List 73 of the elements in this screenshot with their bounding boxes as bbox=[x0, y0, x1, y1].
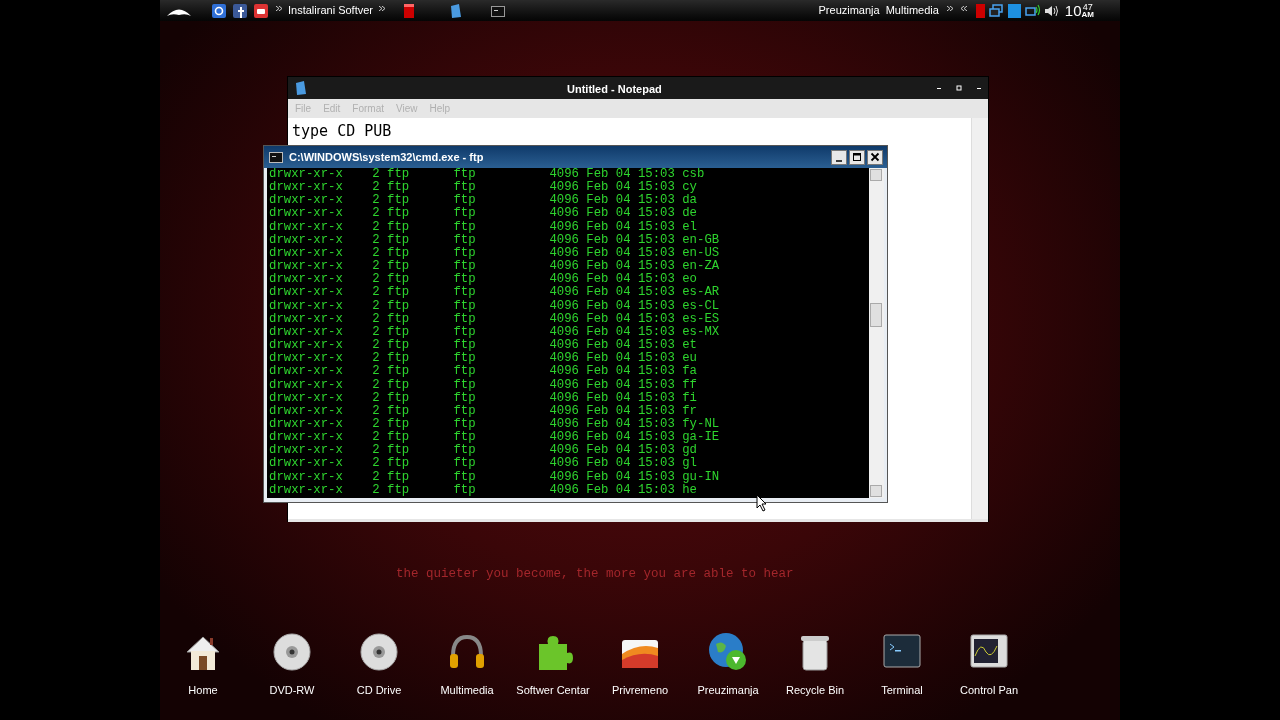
console-line: drwxr-xr-x 2 ftp ftp 4096 Feb 04 15:03 gu-IN bbox=[269, 470, 721, 484]
console-line: drwxr-xr-x 2 ftp ftp 4096 Feb 04 15:03 fa bbox=[269, 365, 698, 379]
disc-icon[interactable] bbox=[272, 632, 312, 672]
panel-menu[interactable]: Multimedia bbox=[885, 2, 939, 19]
window-title: C:\WINDOWS\system32\cmd.exe - ftp bbox=[289, 149, 484, 165]
console-line: drwxr-xr-x 2 ftp ftp 4096 Feb 04 15:03 eu bbox=[269, 352, 698, 366]
disc-icon[interactable] bbox=[359, 632, 399, 672]
panel-menu[interactable]: Preuzimanja bbox=[818, 2, 880, 19]
minimize-icon bbox=[836, 159, 842, 162]
dock-label[interactable]: Home bbox=[188, 682, 218, 699]
console-line: drwxr-xr-x 2 ftp ftp 4096 Feb 04 15:03 en-ZA bbox=[269, 260, 721, 274]
notepad-task-icon[interactable] bbox=[449, 3, 461, 18]
tray-app-icon[interactable] bbox=[974, 3, 985, 18]
console-line: drwxr-xr-x 2 ftp ftp 4096 Feb 04 15:03 csb bbox=[269, 168, 706, 181]
dock-label[interactable]: Softwer Centar bbox=[516, 682, 590, 699]
console-line: drwxr-xr-x 2 ftp ftp 4096 Feb 04 15:03 ga-IE bbox=[269, 431, 721, 445]
console-line: drwxr-xr-x 2 ftp ftp 4096 Feb 04 15:03 el bbox=[269, 220, 698, 234]
wallpaper-text: the quieter you become, the more you are able to hear bbox=[396, 566, 794, 583]
console-line: drwxr-xr-x 2 ftp ftp 4096 Feb 04 15:03 fy-NL bbox=[269, 417, 721, 431]
console-line: drwxr-xr-x 2 ftp ftp 4096 Feb 04 15:03 ff bbox=[269, 378, 698, 392]
console-task-icon[interactable] bbox=[491, 3, 505, 18]
dock-label[interactable]: Control Pan bbox=[959, 682, 1019, 699]
console-line: drwxr-xr-x 2 ftp ftp 4096 Feb 04 15:03 he bbox=[269, 483, 697, 497]
social-launcher-icon[interactable] bbox=[233, 3, 247, 18]
console-line: drwxr-xr-x 2 ftp ftp 4096 Feb 04 15:03 gd bbox=[269, 444, 698, 458]
chevron-icon[interactable] bbox=[960, 6, 967, 11]
console-line: drwxr-xr-x 2 ftp ftp 4096 Feb 04 15:03 da bbox=[269, 194, 698, 208]
network-windows-icon[interactable] bbox=[988, 3, 1003, 18]
dock-label[interactable]: Recycle Bin bbox=[785, 682, 845, 699]
clock-period: AM bbox=[1081, 10, 1094, 19]
window-title: Untitled - Notepad bbox=[567, 82, 662, 97]
minimize-button[interactable] bbox=[831, 149, 847, 165]
chevron-icon[interactable] bbox=[276, 6, 282, 11]
dock-label[interactable]: CD Drive bbox=[356, 682, 402, 699]
close-icon bbox=[870, 152, 880, 162]
console-line: drwxr-xr-x 2 ftp ftp 4096 Feb 04 15:03 eo bbox=[269, 273, 697, 287]
app-task-icon[interactable] bbox=[403, 3, 415, 18]
chevron-icon[interactable] bbox=[946, 6, 953, 11]
console-line: drwxr-xr-x 2 ftp ftp 4096 Feb 04 15:03 de bbox=[269, 207, 698, 221]
clock-hour: 10 bbox=[1064, 2, 1082, 18]
maximize-icon bbox=[852, 152, 862, 162]
launcher-menu[interactable]: Instalirani Softver bbox=[288, 2, 373, 19]
console-line: drwxr-xr-x 2 ftp ftp 4096 Feb 04 15:03 en-US bbox=[269, 246, 721, 260]
scrollbar[interactable] bbox=[971, 118, 988, 519]
console-app-icon[interactable] bbox=[269, 150, 283, 164]
network-signal-icon[interactable] bbox=[1024, 3, 1041, 18]
dock-label[interactable]: Multimedia bbox=[440, 682, 494, 699]
close-button[interactable] bbox=[867, 149, 883, 165]
dock-label[interactable]: DVD-RW bbox=[269, 682, 315, 699]
dock-label[interactable]: Terminal bbox=[881, 682, 923, 699]
tray-square-icon[interactable] bbox=[1007, 3, 1021, 18]
console-line: drwxr-xr-x 2 ftp ftp 4096 Feb 04 15:03 fi bbox=[269, 391, 698, 405]
chevron-icon[interactable] bbox=[379, 6, 385, 11]
console-line: drwxr-xr-x 2 ftp ftp 4096 Feb 04 15:03 es-MX bbox=[269, 325, 721, 339]
search-launcher-icon[interactable] bbox=[212, 3, 226, 18]
console-line: drwxr-xr-x 2 ftp ftp 4096 Feb 04 15:03 es-AR bbox=[269, 286, 721, 300]
console-line: drwxr-xr-x 2 ftp ftp 4096 Feb 04 15:03 es-CL bbox=[269, 299, 721, 313]
console-line: drwxr-xr-x 2 ftp ftp 4096 Feb 04 15:03 fr bbox=[269, 404, 698, 418]
video-launcher-icon[interactable] bbox=[254, 3, 268, 18]
console-line: drwxr-xr-x 2 ftp ftp 4096 Feb 04 15:03 en-GB bbox=[269, 233, 721, 247]
scrollbar[interactable] bbox=[869, 168, 884, 498]
maximize-button[interactable] bbox=[849, 149, 865, 165]
dock-label[interactable]: Preuzimanja bbox=[697, 682, 759, 699]
console-line: drwxr-xr-x 2 ftp ftp 4096 Feb 04 15:03 cy bbox=[269, 181, 698, 195]
text-area-content[interactable]: type CD PUB bbox=[292, 120, 967, 143]
dock-label[interactable]: Privremeno bbox=[611, 682, 669, 699]
notepad-app-icon[interactable] bbox=[294, 81, 306, 95]
volume-icon[interactable] bbox=[1043, 3, 1060, 18]
globe-icon[interactable] bbox=[708, 632, 748, 672]
console-line: drwxr-xr-x 2 ftp ftp 4096 Feb 04 15:03 gl bbox=[269, 457, 698, 471]
console-line: drwxr-xr-x 2 ftp ftp 4096 Feb 04 15:03 es-ES bbox=[269, 312, 721, 326]
console-line: drwxr-xr-x 2 ftp ftp 4096 Feb 04 15:03 et bbox=[269, 339, 698, 353]
clock-minute: 47 bbox=[1082, 2, 1093, 11]
